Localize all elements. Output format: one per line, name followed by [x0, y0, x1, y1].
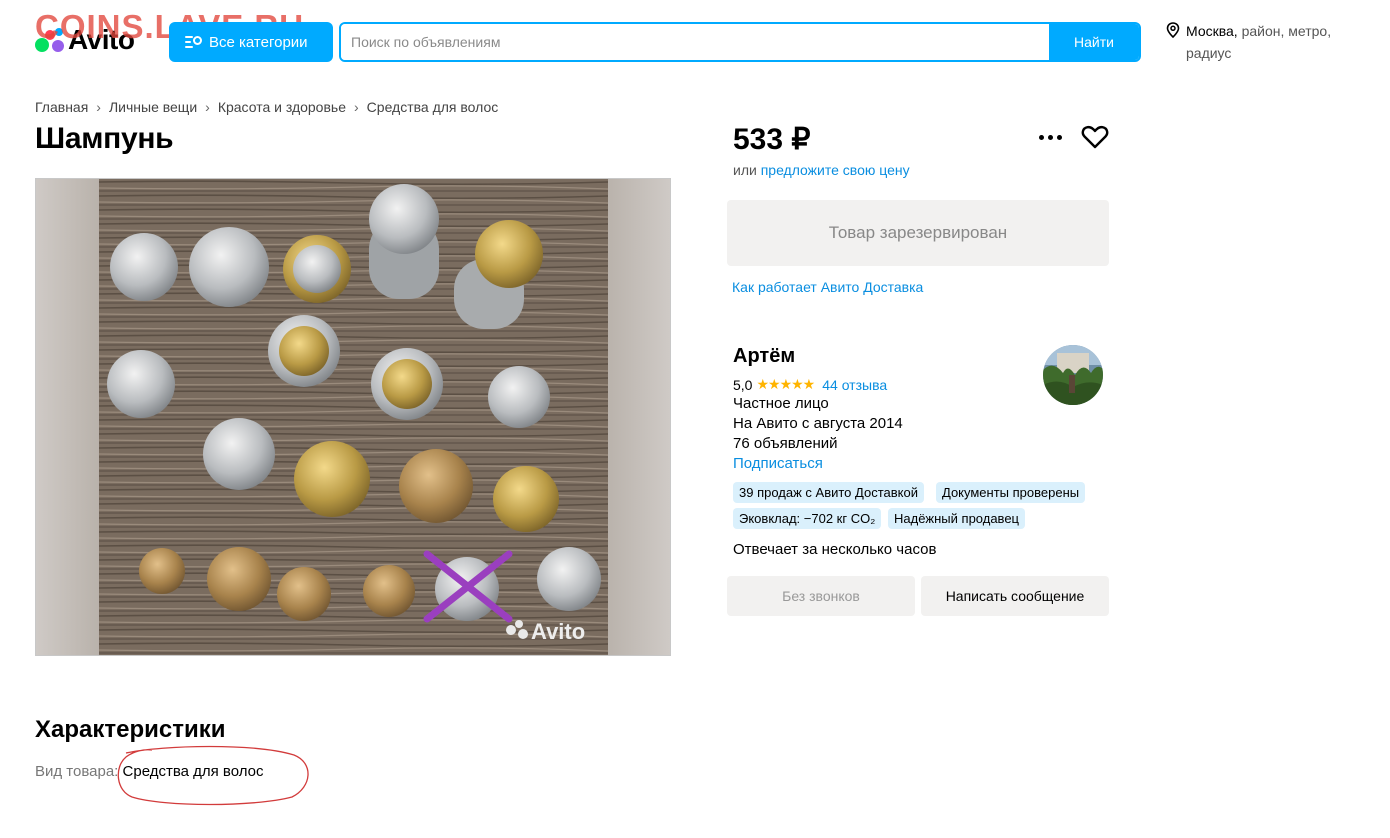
seller-type: Частное лицо — [733, 395, 829, 412]
offer-line: или предложите свою цену — [733, 162, 910, 178]
coins-photo: Avito — [99, 179, 608, 655]
seller-since: На Авито с августа 2014 — [733, 415, 903, 432]
breadcrumb-hair[interactable]: Средства для волос — [367, 99, 499, 115]
reserved-button[interactable]: Товар зарезервирован — [727, 200, 1109, 266]
chevron-right-icon: › — [205, 99, 210, 115]
subscribe-link[interactable]: Подписаться — [733, 455, 823, 472]
listing-photo-gallery[interactable]: Avito — [35, 178, 671, 656]
chevron-right-icon: › — [354, 99, 359, 115]
header: Avito COINS.LAVE.RU Все категории Найти … — [0, 0, 1390, 80]
delivery-info-link[interactable]: Как работает Авито Доставка — [732, 279, 923, 295]
badge-reliable-seller[interactable]: Надёжный продавец — [888, 508, 1025, 529]
seller-avatar[interactable] — [1043, 345, 1103, 405]
search-button[interactable]: Найти — [1049, 24, 1139, 60]
price: 533 ₽ — [733, 123, 811, 156]
badge-documents-verified[interactable]: Документы проверены — [936, 482, 1086, 503]
breadcrumb-home[interactable]: Главная — [35, 99, 88, 115]
seller-listings-count[interactable]: 76 объявлений — [733, 435, 838, 452]
no-calls-button[interactable]: Без звонков — [727, 576, 915, 616]
seller-name[interactable]: Артём — [733, 345, 795, 368]
badge-eco[interactable]: Эковклад: −702 кг CO₂ — [733, 508, 882, 529]
location-city: Москва, — [1186, 23, 1238, 39]
search-input[interactable] — [341, 24, 1053, 60]
response-time: Отвечает за несколько часов — [733, 541, 937, 558]
rating-stars-icon: ★★★★★ — [756, 376, 815, 392]
write-message-button[interactable]: Написать сообщение — [921, 576, 1109, 616]
search-bar: Найти — [339, 22, 1141, 62]
all-categories-label: Все категории — [209, 33, 308, 51]
listing-title: Шампунь — [35, 122, 174, 155]
favorite-heart-icon[interactable] — [1080, 122, 1110, 152]
location-line2: радиус — [1186, 45, 1232, 61]
location-selector[interactable]: Москва, район, метро, радиус — [1166, 20, 1366, 64]
categories-search-icon — [185, 35, 203, 49]
breadcrumb-personal[interactable]: Личные вещи — [109, 99, 197, 115]
chevron-right-icon: › — [96, 99, 101, 115]
reviews-link[interactable]: 44 отзыва — [822, 377, 887, 393]
breadcrumb-beauty[interactable]: Красота и здоровье — [218, 99, 346, 115]
all-categories-button[interactable]: Все категории — [169, 22, 333, 62]
more-options-icon[interactable] — [1036, 126, 1066, 150]
location-rest: район, метро, — [1237, 23, 1332, 39]
offer-prefix: или — [733, 162, 761, 178]
characteristic-key: Вид товара: — [35, 763, 123, 780]
badge-delivery-sales[interactable]: 39 продаж с Авито Доставкой — [733, 482, 924, 503]
red-circle-annotation — [117, 745, 309, 806]
offer-price-link[interactable]: предложите свою цену — [761, 162, 910, 178]
breadcrumb: Главная › Личные вещи › Красота и здоров… — [35, 99, 498, 115]
rating-value: 5,0 — [733, 376, 753, 393]
location-pin-icon — [1166, 22, 1180, 38]
photo-watermark-text: Avito — [531, 619, 585, 644]
characteristics-title: Характеристики — [35, 716, 226, 743]
seller-rating: 5,0 ★★★★★ 44 отзыва — [733, 376, 887, 393]
